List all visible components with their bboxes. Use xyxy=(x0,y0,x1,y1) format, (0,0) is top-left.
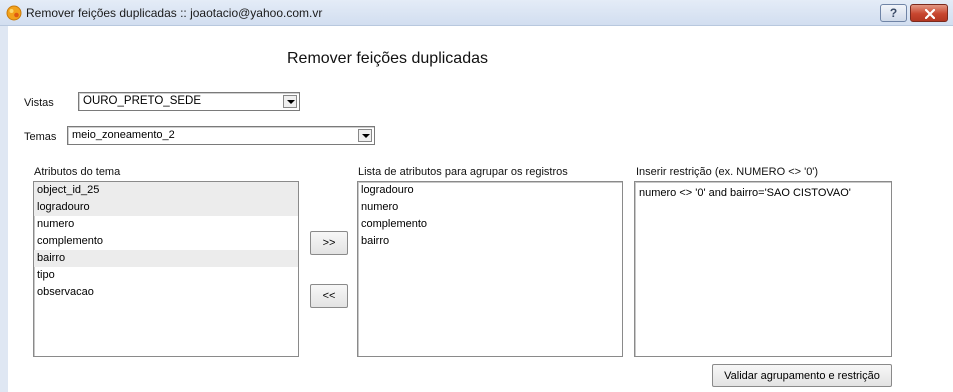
list-item[interactable]: object_id_25 xyxy=(34,182,298,199)
theme-attributes-list[interactable]: object_id_25 logradouro numero complemen… xyxy=(33,181,299,357)
window-border xyxy=(0,26,8,392)
temas-label: Temas xyxy=(24,131,57,143)
list-item[interactable]: observacao xyxy=(34,284,298,301)
close-button[interactable] xyxy=(910,4,948,22)
window-title: Remover feições duplicadas :: joaotacio@… xyxy=(26,6,323,20)
temas-value: meio_zoneamento_2 xyxy=(72,129,175,141)
vistas-value: OURO_PRETO_SEDE xyxy=(83,95,202,107)
remove-attribute-button[interactable]: << xyxy=(310,284,348,308)
vistas-select[interactable]: OURO_PRETO_SEDE xyxy=(78,92,300,111)
title-bar[interactable]: Remover feições duplicadas :: joaotacio@… xyxy=(0,0,953,26)
add-attribute-button[interactable]: >> xyxy=(310,231,348,255)
dialog-window: Remover feições duplicadas :: joaotacio@… xyxy=(0,0,953,392)
list-item[interactable]: bairro xyxy=(358,233,622,250)
list-item[interactable]: bairro xyxy=(34,250,298,267)
list-item[interactable]: complemento xyxy=(358,216,622,233)
app-icon xyxy=(6,5,22,21)
list-item[interactable]: complemento xyxy=(34,233,298,250)
list-item[interactable]: logradouro xyxy=(358,182,622,199)
restriction-label: Inserir restrição (ex. NUMERO <> '0') xyxy=(636,166,819,178)
chevron-down-icon[interactable] xyxy=(283,95,297,108)
list-item[interactable]: logradouro xyxy=(34,199,298,216)
close-icon xyxy=(925,9,935,19)
group-attributes-list[interactable]: logradouro numero complemento bairro xyxy=(357,181,623,357)
list-item[interactable]: numero xyxy=(34,216,298,233)
temas-select[interactable]: meio_zoneamento_2 xyxy=(67,126,375,145)
theme-attributes-label: Atributos do tema xyxy=(34,166,121,178)
list-item[interactable]: tipo xyxy=(34,267,298,284)
restriction-input[interactable]: numero <> '0' and bairro='SAO CISTOVAO' xyxy=(634,181,892,357)
validate-button[interactable]: Validar agrupamento e restrição xyxy=(712,364,892,387)
list-item[interactable]: numero xyxy=(358,199,622,216)
restriction-text: numero <> '0' and bairro='SAO CISTOVAO' xyxy=(639,187,851,199)
page-title: Remover feições duplicadas xyxy=(287,50,488,67)
chevron-down-icon[interactable] xyxy=(358,129,372,142)
vistas-label: Vistas xyxy=(24,97,54,109)
help-button[interactable]: ? xyxy=(880,4,907,22)
group-attributes-label: Lista de atributos para agrupar os regis… xyxy=(358,166,568,178)
